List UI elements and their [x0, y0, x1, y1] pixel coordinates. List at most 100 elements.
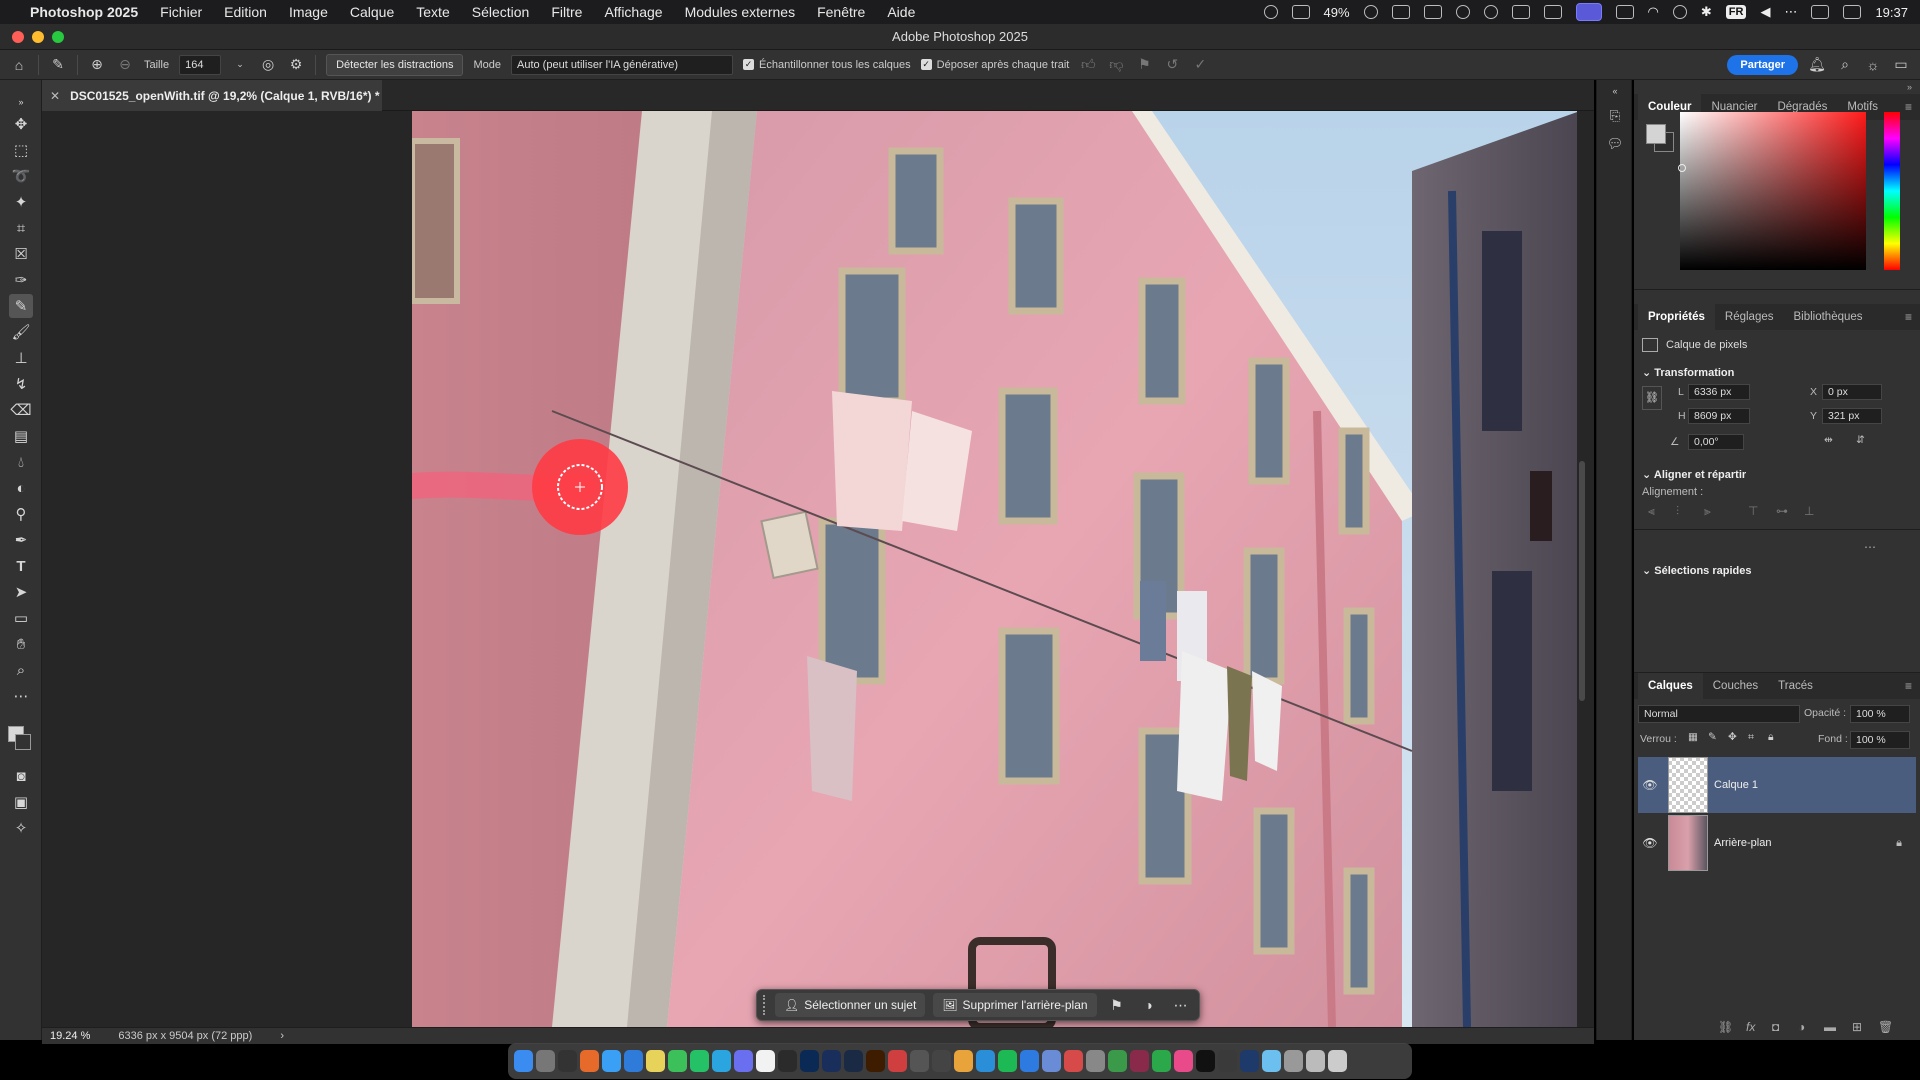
comments-icon[interactable]: 💬︎	[1606, 136, 1624, 154]
tab-bibliotheques[interactable]: Bibliothèques	[1783, 304, 1872, 330]
height-input[interactable]: 8609 px	[1688, 408, 1750, 424]
flip-vertical-icon[interactable]: ⇵	[1856, 434, 1865, 446]
app-black-icon[interactable]	[1196, 1050, 1215, 1072]
lasso-tool-icon[interactable]: ➰	[9, 164, 33, 188]
new-group-icon[interactable]: ▬	[1824, 1020, 1836, 1034]
fx-icon[interactable]: fx	[1746, 1020, 1755, 1034]
angle-input[interactable]: 0,00°	[1688, 434, 1744, 450]
chevron-down-icon[interactable]: ⌄	[1642, 565, 1654, 577]
zoom-level[interactable]: 19.24 %	[50, 1030, 90, 1042]
vlc-icon[interactable]	[954, 1050, 973, 1072]
detect-distractions-button[interactable]: Détecter les distractions	[326, 53, 464, 76]
screen-mode-icon[interactable]: ▣	[9, 790, 33, 814]
sync-icon[interactable]	[1455, 5, 1470, 19]
toggle-icon[interactable]	[1843, 5, 1862, 19]
mode-select[interactable]: Auto (peut utiliser l'IA générative)	[511, 54, 733, 75]
thumbs-down-icon[interactable]: 👎︎	[1107, 56, 1125, 74]
eraser-tool-icon[interactable]: ⌫	[9, 398, 33, 422]
visibility-eye-icon[interactable]: 👁︎	[1638, 778, 1662, 792]
menu-modules-externes[interactable]: Modules externes	[685, 4, 796, 20]
lock-position-icon[interactable]: ✥	[1728, 731, 1737, 743]
grid-icon[interactable]	[1423, 5, 1442, 19]
volume-icon[interactable]: ◀	[1760, 4, 1770, 20]
discover-lightbulb-icon[interactable]: ☼	[1864, 56, 1882, 74]
thumbs-up-icon[interactable]: 👍︎	[1079, 56, 1097, 74]
eyedropper-tool-icon[interactable]: ✑	[9, 268, 33, 292]
screen-record-icon[interactable]	[1291, 5, 1310, 19]
align-left-icon[interactable]: ⫷	[1648, 504, 1662, 518]
menu-filtre[interactable]: Filtre	[551, 4, 582, 20]
more-options-icon[interactable]: ⋯	[1169, 997, 1193, 1014]
more-align-icon[interactable]: ⋯	[1864, 540, 1876, 554]
blur-tool-icon[interactable]: 💧︎	[9, 450, 33, 474]
visibility-eye-icon[interactable]: 👁︎	[1638, 836, 1662, 850]
subtract-mode-icon[interactable]: ⊖	[116, 56, 134, 74]
align-right-icon[interactable]: ⫸	[1704, 504, 1718, 518]
tab-proprietes[interactable]: Propriétés	[1638, 304, 1715, 330]
app-status-icon[interactable]	[1391, 5, 1410, 19]
collapse-toolbar-icon[interactable]: »	[9, 90, 33, 114]
app-blue-icon[interactable]	[976, 1050, 995, 1072]
move-tool-icon[interactable]: ✥	[9, 112, 33, 136]
lock-artboard-icon[interactable]: ⌗	[1748, 731, 1754, 744]
gradient-tool-icon[interactable]: ▤	[9, 424, 33, 448]
pressure-icon[interactable]: ◎	[259, 56, 277, 74]
shield-icon[interactable]	[1511, 5, 1530, 19]
size-chevron-icon[interactable]: ⌄	[231, 56, 249, 74]
generative-icon[interactable]: ✧	[9, 816, 33, 840]
flag-icon[interactable]: ⚑	[1135, 56, 1153, 74]
close-tab-icon[interactable]: ✕	[50, 89, 60, 103]
zoom-window-button[interactable]	[52, 31, 64, 43]
search-icon[interactable]: ⌕	[1836, 56, 1854, 74]
tab-calques[interactable]: Calques	[1638, 673, 1703, 699]
align-vcenter-icon[interactable]: ⊶	[1776, 504, 1790, 518]
saturation-picker[interactable]	[1680, 112, 1866, 270]
tab-reglages[interactable]: Réglages	[1715, 304, 1784, 330]
finder-icon[interactable]	[514, 1050, 533, 1072]
document-tab[interactable]: ✕ DSC01525_openWith.tif @ 19,2% (Calque …	[42, 80, 382, 111]
quick-mask-icon[interactable]: ◙	[9, 764, 33, 788]
dodge-tool-icon[interactable]: ◐	[9, 476, 33, 500]
align-top-icon[interactable]: ⊤	[1748, 504, 1762, 518]
app-periwinkle-icon[interactable]	[1042, 1050, 1061, 1072]
panel-menu-icon[interactable]: ≡	[1905, 310, 1912, 324]
home-icon[interactable]: ⌂	[10, 56, 28, 74]
link-dimensions-icon[interactable]: ⛓	[1642, 386, 1662, 410]
notes-icon[interactable]	[646, 1050, 665, 1072]
delete-layer-icon[interactable]: 🗑︎	[1878, 1020, 1893, 1034]
link-layers-icon[interactable]: ⛓	[1718, 1020, 1733, 1034]
blend-mode-select[interactable]: Normal	[1638, 705, 1800, 723]
bluetooth-icon[interactable]: ✱	[1701, 4, 1712, 20]
lock-pixels-icon[interactable]: ✎	[1708, 731, 1717, 743]
downloads-folder-icon[interactable]	[1262, 1050, 1281, 1072]
app-green-icon[interactable]	[1108, 1050, 1127, 1072]
creative-cloud-icon[interactable]	[1263, 5, 1278, 19]
app-green2-icon[interactable]	[1152, 1050, 1171, 1072]
zoom-tool-icon[interactable]: ⌕	[9, 658, 33, 682]
history-brush-tool-icon[interactable]: ↯	[9, 372, 33, 396]
crop-tool-icon[interactable]: ⌗	[9, 216, 33, 240]
status-chevron-icon[interactable]: ›	[280, 1030, 284, 1042]
terminal-icon[interactable]	[558, 1050, 577, 1072]
launchpad-icon[interactable]	[536, 1050, 555, 1072]
menu-aide[interactable]: Aide	[887, 4, 915, 20]
app-grid-icon[interactable]	[1218, 1050, 1237, 1072]
remove-tool-icon[interactable]: ✎	[9, 294, 33, 318]
type-tool-icon[interactable]: T	[9, 554, 33, 578]
lock-all-icon[interactable]: 🔒︎	[1768, 731, 1774, 744]
wifi-icon[interactable]: ◠	[1648, 4, 1659, 20]
panel-menu-icon[interactable]: ≡	[1905, 100, 1912, 114]
drop-after-checkbox[interactable]: ✓	[920, 59, 932, 70]
trash-icon[interactable]	[1328, 1050, 1347, 1072]
unity-icon[interactable]	[778, 1050, 797, 1072]
lock-icon[interactable]: 🔒︎	[1896, 837, 1902, 850]
y-input[interactable]: 321 px	[1822, 408, 1882, 424]
app-navy-icon[interactable]	[1240, 1050, 1259, 1072]
select-subject-button[interactable]: 👤︎ Sélectionner un sujet	[775, 993, 926, 1017]
undo-icon[interactable]: ↺	[1163, 56, 1181, 74]
path-selection-tool-icon[interactable]: ➤	[9, 580, 33, 604]
discord-icon[interactable]	[734, 1050, 753, 1072]
screen-share-icon[interactable]	[1575, 3, 1602, 21]
fill-input[interactable]: 100 %	[1850, 731, 1910, 749]
align-bottom-icon[interactable]: ⊥	[1804, 504, 1818, 518]
